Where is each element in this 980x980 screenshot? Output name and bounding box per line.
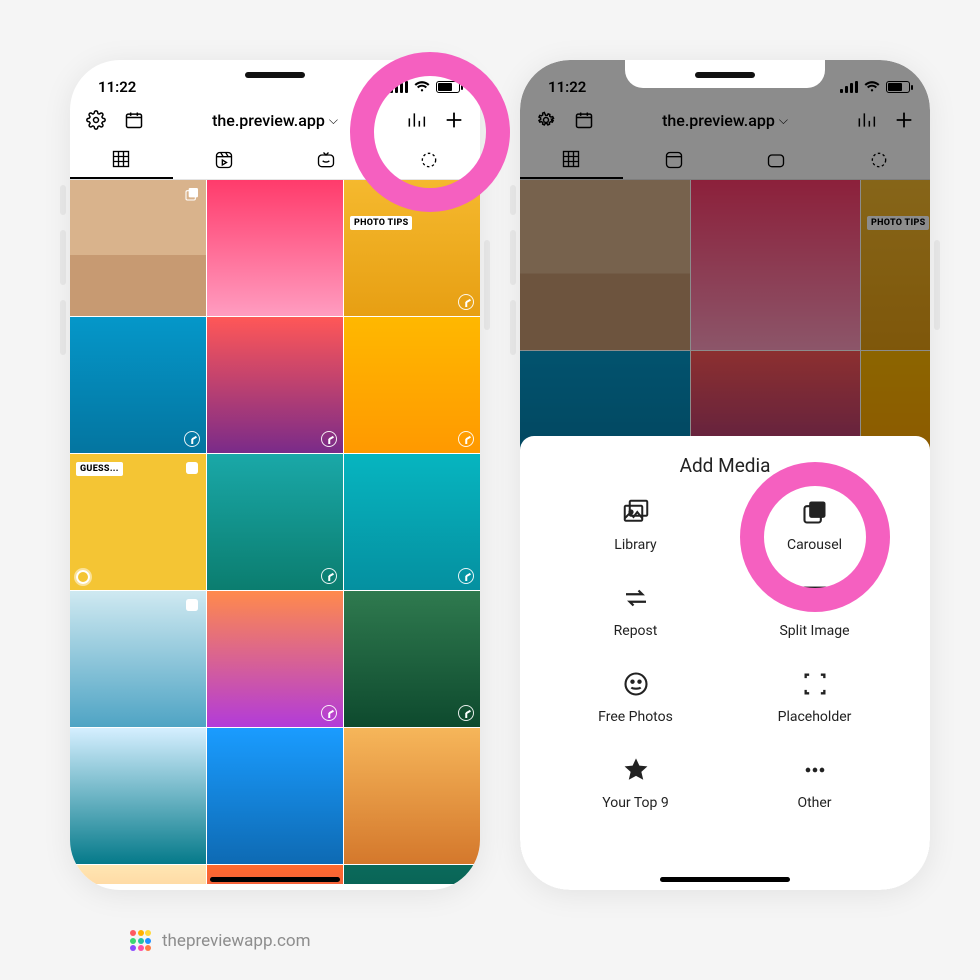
cell-text-label: GUESS... (76, 462, 123, 476)
grid-cell[interactable] (207, 591, 343, 727)
reel-badge-icon (184, 597, 200, 613)
phone-right: 11:22 (520, 60, 930, 890)
grid-cell[interactable] (344, 865, 480, 884)
reel-badge-icon (184, 460, 200, 476)
phone-side-button (510, 300, 516, 355)
home-indicator[interactable] (210, 877, 340, 882)
annotation-ring-carousel (740, 462, 890, 612)
stage: 11:22 the.preview.app ⌵ (0, 0, 980, 980)
option-label: Other (797, 795, 831, 811)
scheduled-icon (321, 431, 337, 447)
watermark: thepreviewapp.com (130, 930, 310, 952)
scheduled-icon (321, 705, 337, 721)
annotation-ring-add (350, 52, 510, 212)
scheduled-icon (458, 568, 474, 584)
tab-grid[interactable] (70, 140, 173, 179)
cell-text-label: PHOTO TIPS (350, 216, 412, 230)
phone-side-button (934, 240, 940, 330)
scheduled-icon (458, 294, 474, 310)
grid-cell[interactable] (207, 728, 343, 864)
grid-cell[interactable] (70, 180, 206, 316)
username-text: the.preview.app (212, 111, 325, 130)
option-label: Placeholder (778, 709, 852, 725)
grid-cell[interactable] (70, 317, 206, 453)
grid-cell[interactable] (70, 865, 206, 884)
status-time: 11:22 (98, 78, 136, 96)
grid-cell[interactable] (344, 591, 480, 727)
option-label: Repost (614, 623, 658, 639)
scheduled-icon (458, 431, 474, 447)
home-indicator[interactable] (660, 877, 790, 882)
scheduled-icon (321, 568, 337, 584)
star-icon (619, 753, 653, 787)
live-ring-icon (76, 570, 90, 584)
settings-icon[interactable] (84, 108, 108, 132)
smile-icon (619, 667, 653, 701)
option-library[interactable]: Library (546, 495, 725, 553)
library-icon (619, 495, 653, 529)
chevron-down-icon: ⌵ (329, 113, 338, 128)
calendar-icon[interactable] (122, 108, 146, 132)
placeholder-icon (798, 667, 832, 701)
option-placeholder[interactable]: Placeholder (725, 667, 904, 725)
option-free-photos[interactable]: Free Photos (546, 667, 725, 725)
grid-cell[interactable] (207, 180, 343, 316)
phone-notch (175, 60, 375, 88)
logo-icon (130, 930, 152, 952)
phone-side-button (510, 230, 516, 285)
sheet-title: Add Media (520, 454, 930, 477)
watermark-text: thepreviewapp.com (162, 931, 310, 951)
scheduled-icon (458, 705, 474, 721)
carousel-badge-icon (184, 186, 200, 202)
more-icon (798, 753, 832, 787)
option-label: Free Photos (598, 709, 673, 725)
phone-side-button (510, 185, 516, 215)
grid-cell[interactable] (344, 454, 480, 590)
account-switcher[interactable]: the.preview.app ⌵ (212, 111, 338, 130)
option-label: Split Image (779, 623, 849, 639)
phone-notch (625, 60, 825, 88)
phone-side-button (484, 240, 490, 330)
phone-side-button (60, 300, 66, 355)
grid-cell[interactable] (207, 317, 343, 453)
phone-side-button (60, 230, 66, 285)
grid-cell[interactable] (207, 454, 343, 590)
feed-grid[interactable]: PHOTO TIPS GUESS... (70, 180, 480, 884)
grid-cell[interactable] (70, 728, 206, 864)
grid-cell[interactable] (344, 728, 480, 864)
option-label: Your Top 9 (602, 795, 668, 811)
repost-icon (619, 581, 653, 615)
grid-cell[interactable]: GUESS... (70, 454, 206, 590)
option-repost[interactable]: Repost (546, 581, 725, 639)
scheduled-icon (184, 431, 200, 447)
phone-side-button (60, 185, 66, 215)
grid-cell[interactable] (70, 591, 206, 727)
option-label: Library (614, 537, 656, 553)
grid-cell[interactable] (344, 317, 480, 453)
tab-reels[interactable] (173, 140, 276, 179)
option-other[interactable]: Other (725, 753, 904, 811)
option-top9[interactable]: Your Top 9 (546, 753, 725, 811)
